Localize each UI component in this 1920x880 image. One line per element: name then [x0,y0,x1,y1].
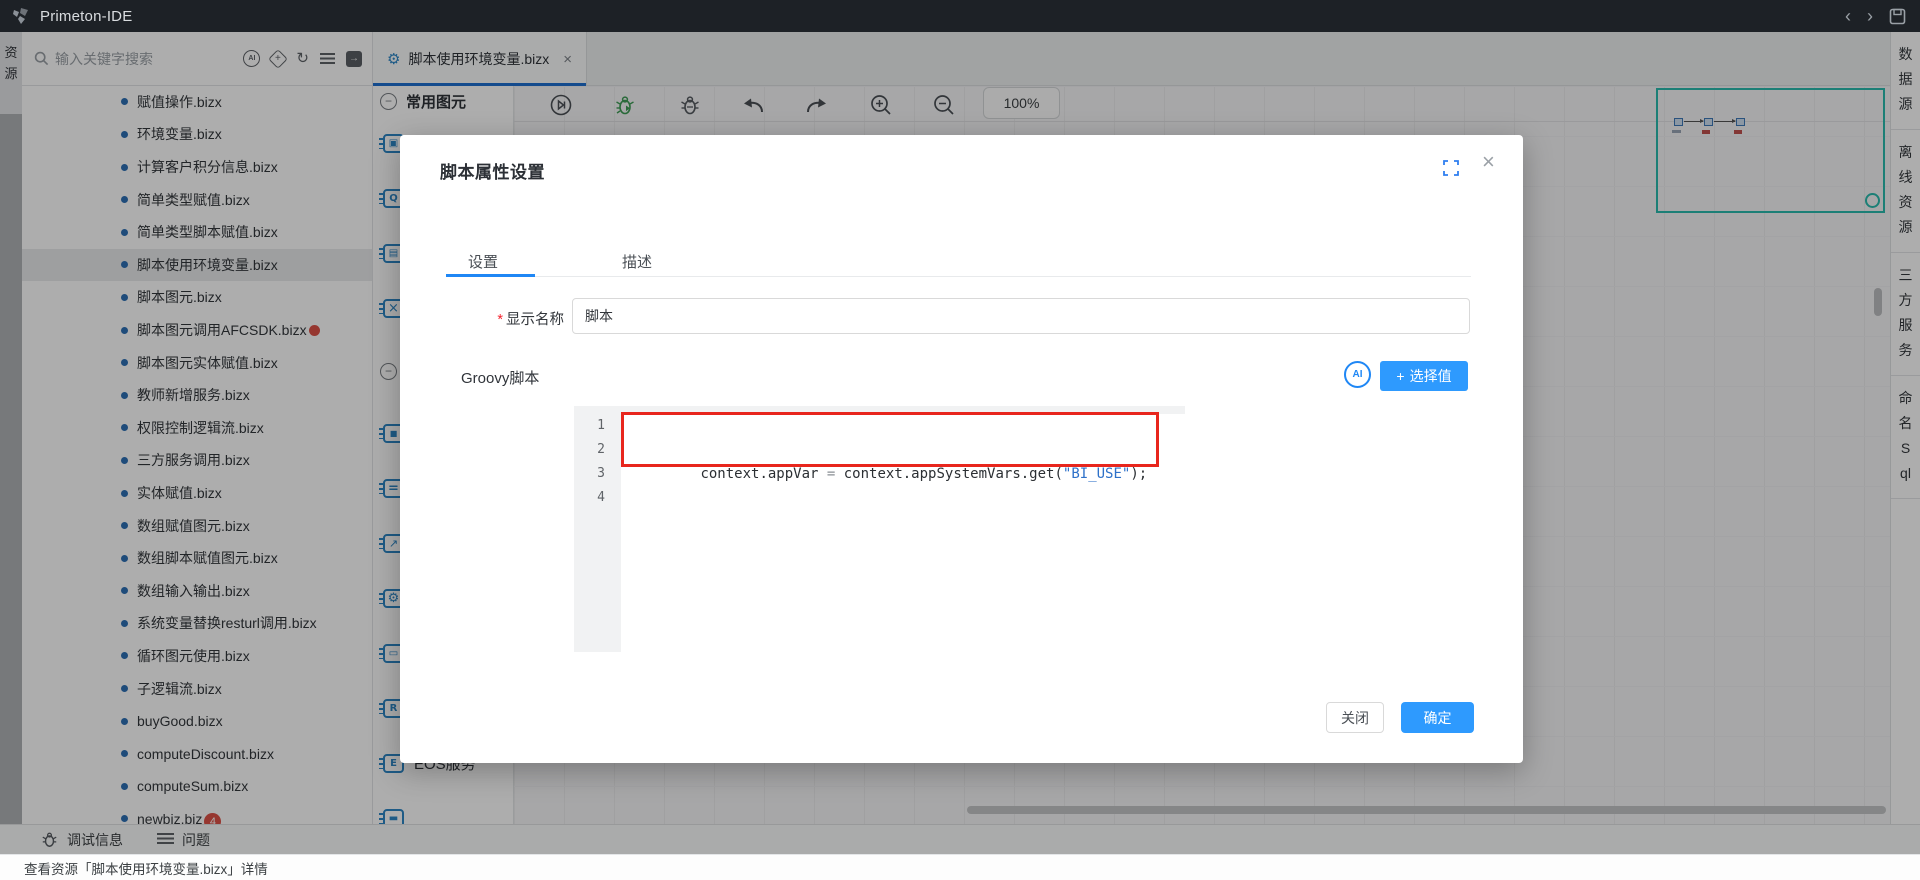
status-text: 查看资源「脚本使用环境变量.bizx」详情 [24,858,268,878]
code-line: context.appVar = context.appSystemVars.g… [633,438,1147,462]
line-number: 4 [574,486,621,510]
code-token: context.appVar [700,466,818,482]
required-mark: * [497,312,503,328]
groovy-script-label: Groovy脚本 [461,367,539,388]
nav-forward-icon[interactable]: › [1867,7,1873,25]
status-bar: 查看资源「脚本使用环境变量.bizx」详情 [0,854,1920,880]
script-properties-dialog: 脚本属性设置 × 设置 描述 *显示名称 Groovy脚本 AI + 选择值 1 [400,135,1523,763]
line-number: 1 [574,414,621,438]
app-window: Primeton-IDE ‹ › 资源 AI + ↻ → [0,0,1920,880]
tab-description[interactable]: 描述 [622,251,652,272]
code-token: context.appSystemVars.get( [844,466,1063,482]
code-token: "BI_USE" [1063,466,1130,482]
select-value-button[interactable]: + 选择值 [1380,361,1468,391]
fullscreen-icon[interactable] [1443,160,1459,176]
save-icon[interactable] [1889,8,1906,25]
close-button[interactable]: 关闭 [1326,702,1384,733]
ai-generate-icon[interactable]: AI [1344,361,1371,388]
tab-settings[interactable]: 设置 [468,251,498,272]
code-token: = [818,466,843,482]
display-name-label: *显示名称 [440,308,564,329]
tab-divider [446,276,1471,277]
title-bar: Primeton-IDE ‹ › [0,0,1920,32]
line-number: 2 [574,438,621,462]
nav-back-icon[interactable]: ‹ [1845,7,1851,25]
close-icon[interactable]: × [1482,151,1495,173]
display-name-input[interactable] [572,298,1470,334]
editor-top-strip [574,406,1185,414]
plus-icon: + [1396,368,1404,384]
line-number: 3 [574,462,621,486]
confirm-button[interactable]: 确定 [1401,702,1474,733]
groovy-code-editor[interactable]: 1 2 3 4 context.appVar = context.appSyst… [574,406,1185,652]
app-title: Primeton-IDE [40,8,132,25]
code-token: ); [1130,466,1147,482]
line-number-gutter: 1 2 3 4 [574,414,621,652]
dialog-title: 脚本属性设置 [440,158,545,183]
active-tab-underline [446,274,535,277]
app-logo-icon [12,7,32,25]
